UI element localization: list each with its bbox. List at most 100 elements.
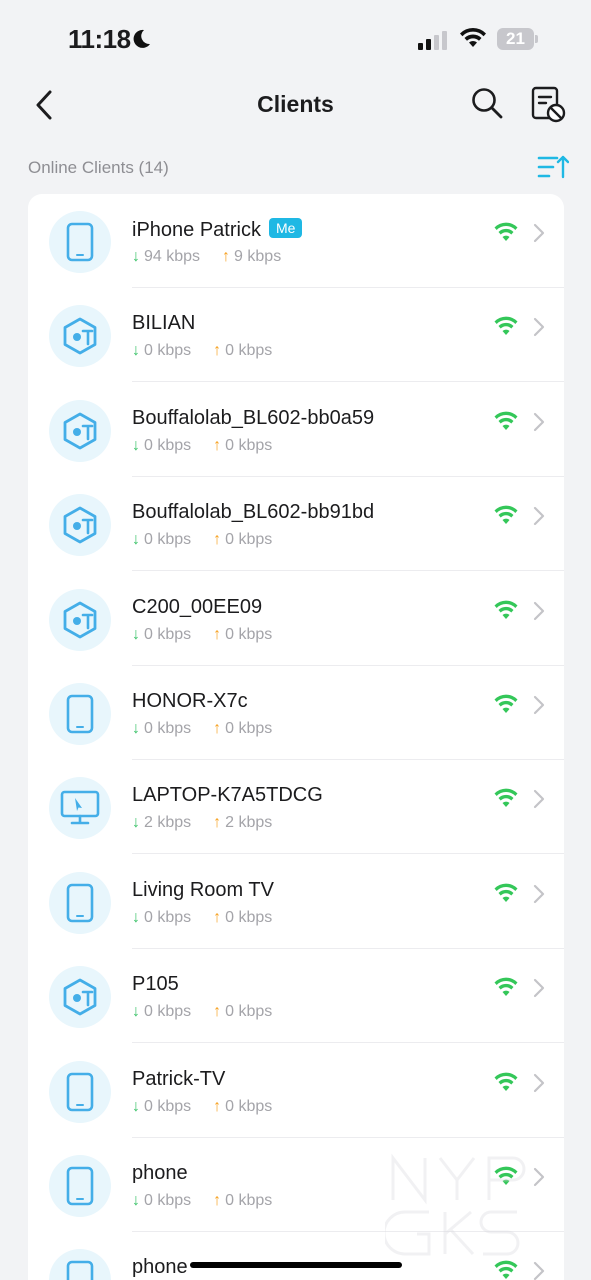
download-arrow-icon: ↓ [132,1003,140,1021]
upload-speed: 0 kbps [225,908,273,926]
client-list: iPhone Patrick Me ↓ 94 kbps ↑ 9 kbps BILIAN ↓ 0 … [28,194,564,1280]
wifi-signal-icon [493,1260,519,1280]
client-name: iPhone Patrick Me [132,218,303,242]
upload-speed: 0 kbps [225,625,273,643]
blocked-clients-button[interactable] [530,85,566,123]
download-arrow-icon: ↓ [132,436,140,454]
download-speed: 0 kbps [144,436,192,454]
chevron-right-icon[interactable] [532,1260,546,1280]
client-name: phone [132,1256,188,1279]
client-speeds: ↓ 0 kbps ↑ 0 kbps [132,342,272,360]
status-bar: 11:18 21 [0,0,591,80]
download-speed: 0 kbps [144,531,192,549]
client-row[interactable]: Living Room TV ↓ 0 kbps ↑ 0 kbps [28,855,564,949]
chevron-right-icon[interactable] [532,1072,546,1099]
client-name: phone [132,1162,188,1184]
home-indicator [190,1262,402,1268]
wifi-signal-icon [493,505,519,530]
download-arrow-icon: ↓ [132,908,140,926]
nav-bar: Clients [0,78,591,132]
download-arrow-icon: ↓ [132,248,140,265]
online-clients-label: Online Clients (14) [28,158,169,177]
download-speed: 94 kbps [144,248,201,265]
client-speeds: ↓ 0 kbps ↑ 0 kbps [132,626,272,644]
chevron-right-icon[interactable] [532,505,546,532]
client-name: P105 [132,973,179,996]
upload-speed: 0 kbps [225,1003,273,1021]
wifi-signal-icon [493,222,519,247]
upload-speed: 0 kbps [225,531,273,549]
client-speeds: ↓ 0 kbps ↑ 0 kbps [132,1098,272,1116]
client-row[interactable]: HONOR-X7c ↓ 0 kbps ↑ 0 kbps [28,666,564,760]
client-name: BILIAN [132,312,196,335]
upload-speed: 0 kbps [225,436,273,454]
download-arrow-icon: ↓ [132,625,140,643]
upload-arrow-icon: ↑ [222,248,231,265]
client-row[interactable]: C200_00EE09 ↓ 0 kbps ↑ 0 kbps [28,572,564,666]
search-button[interactable] [470,86,504,120]
client-speeds: ↓ 0 kbps ↑ 0 kbps [132,909,272,927]
me-badge: Me [268,218,303,238]
upload-speed: 2 kbps [225,814,273,832]
upload-arrow-icon: ↑ [213,436,222,454]
iot-icon [49,305,111,368]
upload-speed: 0 kbps [225,720,273,737]
iot-icon [49,966,111,1029]
download-speed: 0 kbps [144,908,192,926]
client-row[interactable]: Patrick-TV ↓ 0 kbps ↑ 0 kbps [28,1044,564,1138]
iot-icon [49,399,111,462]
download-speed: 0 kbps [144,342,192,360]
download-speed: 0 kbps [144,1003,192,1021]
chevron-right-icon[interactable] [532,788,546,815]
upload-arrow-icon: ↑ [213,1003,222,1021]
client-name: Bouffalolab_BL602-bb0a59 [132,406,375,429]
client-speeds: ↓ 0 kbps ↑ 0 kbps [132,1192,272,1210]
download-speed: 0 kbps [144,720,192,737]
client-name: Living Room TV [132,878,274,901]
client-speeds: ↓ 94 kbps ↑ 9 kbps [132,248,281,266]
sort-icon[interactable] [537,153,569,181]
chevron-right-icon[interactable] [532,883,546,910]
client-row[interactable]: LAPTOP-K7A5TDCG ↓ 2 kbps ↑ 2 kbps [28,760,564,855]
chevron-right-icon[interactable] [532,316,546,343]
battery-icon: 21 [497,28,539,50]
client-name: Patrick-TV [132,1067,226,1090]
chevron-right-icon[interactable] [532,222,546,249]
moon-icon [133,29,150,48]
client-name: HONOR-X7c [132,690,248,712]
status-time: 11:18 [68,24,131,54]
chevron-right-icon[interactable] [532,977,546,1004]
client-name: LAPTOP-K7A5TDCG [132,784,323,807]
nypgks-watermark [385,1153,526,1256]
battery-level: 21 [497,28,534,50]
wifi-signal-icon [493,316,519,341]
upload-arrow-icon: ↑ [213,720,222,737]
client-row[interactable]: P105 ↓ 0 kbps ↑ 0 kbps [28,949,564,1044]
download-arrow-icon: ↓ [132,814,140,832]
client-speeds: ↓ 0 kbps ↑ 0 kbps [132,720,272,738]
iot-icon [49,588,111,651]
client-row[interactable]: iPhone Patrick Me ↓ 94 kbps ↑ 9 kbps [28,194,564,288]
client-speeds: ↓ 2 kbps ↑ 2 kbps [132,814,272,832]
download-speed: 0 kbps [144,1097,192,1115]
download-speed: 0 kbps [144,1192,192,1209]
client-name: C200_00EE09 [132,595,263,618]
chevron-right-icon[interactable] [532,600,546,627]
phone-icon [49,1155,111,1217]
client-row[interactable]: Bouffalolab_BL602-bb0a59 ↓ 0 kbps ↑ 0 kbps [28,383,564,477]
upload-arrow-icon: ↑ [213,1097,222,1115]
upload-arrow-icon: ↑ [213,531,222,549]
wifi-signal-icon [493,600,519,625]
client-row[interactable]: BILIAN ↓ 0 kbps ↑ 0 kbps [28,288,564,383]
chevron-right-icon[interactable] [532,411,546,438]
chevron-right-icon[interactable] [532,694,546,721]
download-arrow-icon: ↓ [132,1097,140,1115]
download-arrow-icon: ↓ [132,342,140,360]
phone-icon [49,1249,111,1280]
iot-icon [49,494,111,557]
upload-speed: 0 kbps [225,1192,273,1209]
wifi-signal-icon [493,977,519,1002]
download-arrow-icon: ↓ [132,720,140,737]
client-row[interactable]: Bouffalolab_BL602-bb91bd ↓ 0 kbps ↑ 0 kbps [28,477,564,572]
phone-icon [49,1060,111,1123]
